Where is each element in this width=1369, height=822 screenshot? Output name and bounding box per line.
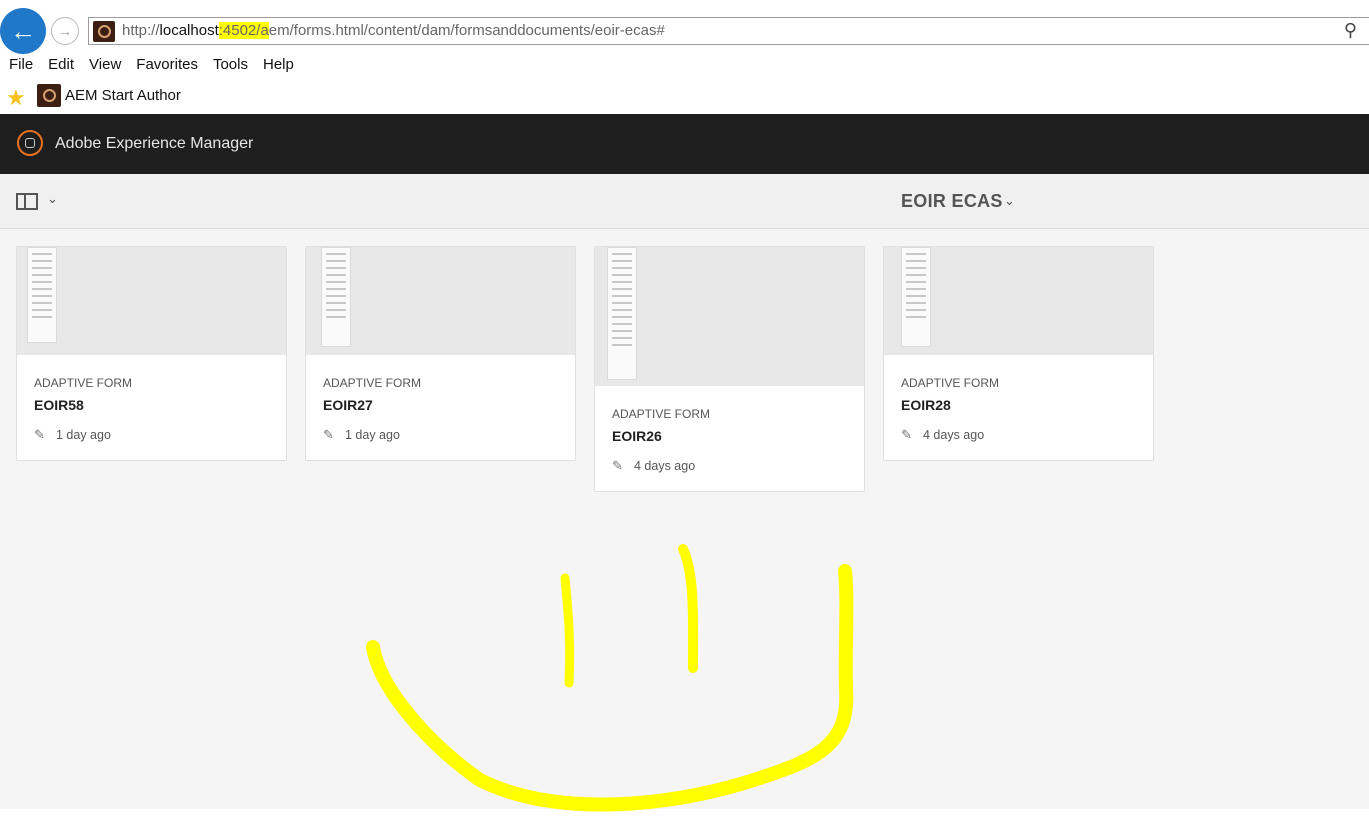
smiley-mouth [366, 564, 854, 812]
smiley-annotation [366, 544, 854, 812]
smiley-left-eye [560, 573, 575, 688]
smiley-right-eye [678, 544, 699, 673]
